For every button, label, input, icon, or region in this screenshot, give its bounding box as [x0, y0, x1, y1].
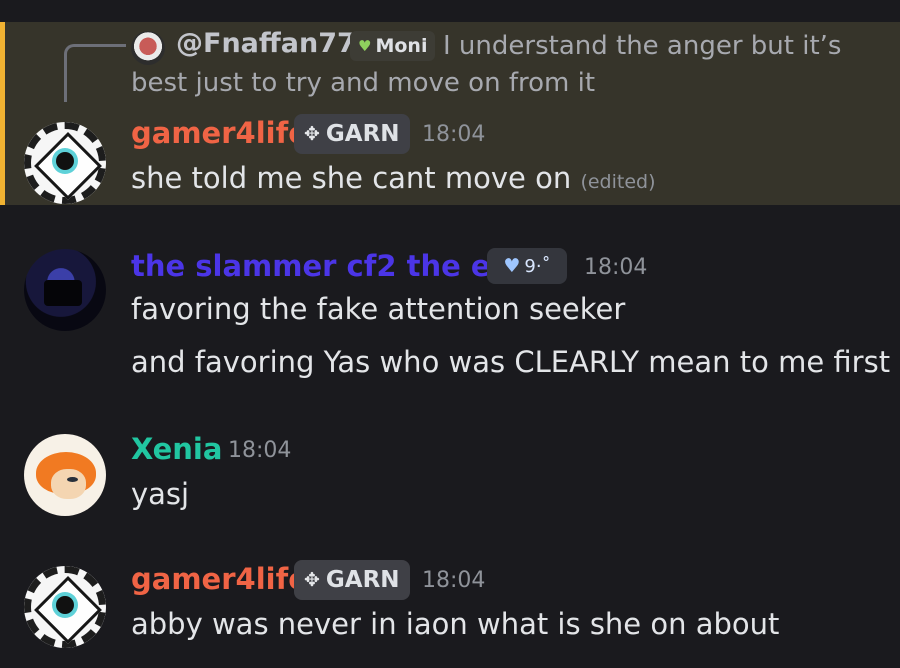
- message-username[interactable]: gamer4life: [131, 116, 308, 150]
- message-username[interactable]: Xenia: [131, 432, 222, 466]
- gamer4life-avatar[interactable]: [24, 566, 106, 648]
- gamer4life-avatar[interactable]: [24, 122, 106, 204]
- message-line[interactable]: abby was never in iaon what is she on ab…: [131, 607, 779, 641]
- mention-accent-bar: [0, 22, 5, 205]
- badge-label: GARN: [325, 121, 400, 147]
- message-username[interactable]: gamer4life: [131, 562, 308, 596]
- diamond-cross-icon: ✥: [304, 569, 320, 591]
- edited-label: (edited): [580, 171, 656, 193]
- xenia-avatar[interactable]: [24, 434, 106, 516]
- message-line: she told me she cant move on: [131, 161, 572, 195]
- message-timestamp[interactable]: 18:04: [422, 122, 485, 147]
- message-timestamp[interactable]: 18:04: [422, 568, 485, 593]
- emoji-badge-text: 9·˚: [524, 255, 551, 277]
- message-timestamp[interactable]: 18:04: [228, 438, 291, 463]
- reply-connector: [64, 44, 126, 102]
- message-line[interactable]: and favoring Yas who was CLEARLY mean to…: [131, 345, 890, 379]
- message-line[interactable]: favoring the fake attention seeker: [131, 292, 625, 326]
- reply-tag-label: Moni: [375, 35, 428, 57]
- diamond-cross-icon: ✥: [304, 123, 320, 145]
- badge-label: GARN: [325, 567, 400, 593]
- slammer-avatar[interactable]: [24, 249, 106, 331]
- message-username[interactable]: the slammer cf2 the end: [131, 249, 532, 283]
- user-emoji-badge[interactable]: ♥ 9·˚: [487, 248, 567, 284]
- user-tag-badge[interactable]: ✥ GARN: [294, 114, 410, 154]
- avatar-face-shape: [51, 469, 86, 499]
- reply-username[interactable]: @Fnaffan777: [176, 28, 375, 59]
- message-timestamp[interactable]: 18:04: [584, 255, 647, 280]
- blue-heart-icon: ♥: [503, 255, 521, 277]
- reply-user-tag[interactable]: ♥ Moni: [350, 31, 436, 61]
- user-tag-badge[interactable]: ✥ GARN: [294, 560, 410, 600]
- green-heart-icon: ♥: [358, 37, 372, 55]
- avatar-eye-icon: [67, 477, 78, 482]
- message-line[interactable]: yasj: [131, 477, 189, 511]
- message-text[interactable]: she told me she cant move on (edited): [131, 161, 656, 195]
- avatar-eye-icon: [56, 596, 74, 614]
- avatar-hat-shape: [44, 280, 82, 306]
- avatar-eye-icon: [56, 152, 74, 170]
